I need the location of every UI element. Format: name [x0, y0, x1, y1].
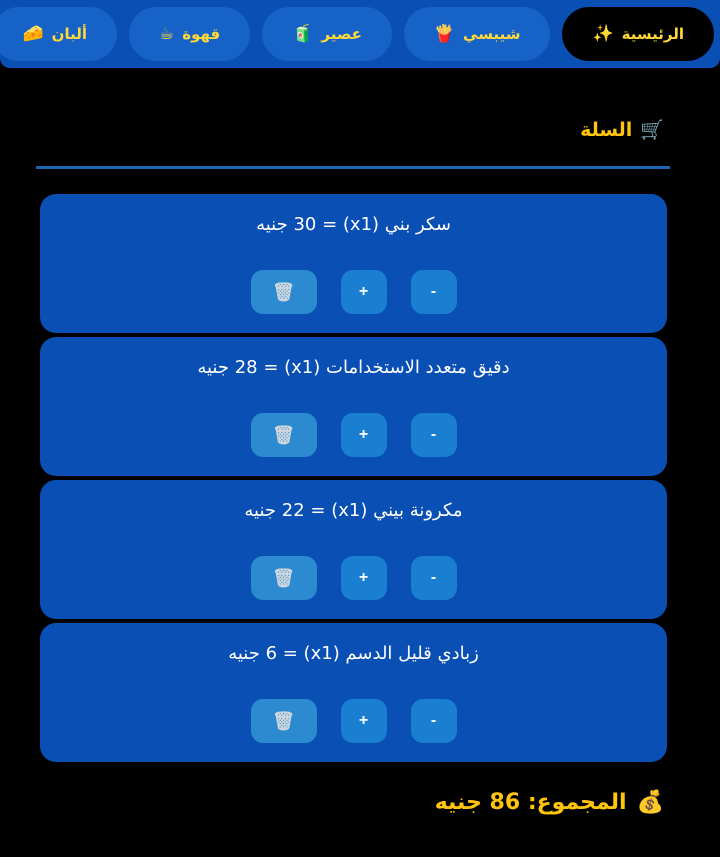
decrease-quantity-button[interactable]: - [410, 413, 457, 457]
cart-item-controls: 🗑 + - [40, 270, 667, 314]
increase-quantity-button[interactable]: + [340, 413, 387, 457]
cart-item-controls: 🗑 + - [40, 699, 667, 743]
cheese-icon: 🧀 [22, 24, 44, 44]
delete-button[interactable]: 🗑 [250, 270, 317, 314]
trash-icon: 🗑 [272, 424, 295, 445]
cart-item-controls: 🗑 + - [40, 413, 667, 457]
cart-title: السلة [580, 118, 633, 141]
decrease-quantity-button[interactable]: - [410, 270, 457, 314]
tab-label: شيبسي [463, 25, 521, 43]
delete-button[interactable]: 🗑 [250, 556, 317, 600]
increase-quantity-button[interactable]: + [340, 699, 387, 743]
increase-quantity-button[interactable]: + [340, 270, 387, 314]
decrease-quantity-button[interactable]: - [410, 699, 457, 743]
tab-label: الرئيسية [621, 25, 684, 43]
tab-juice[interactable]: عصير 🧃 [262, 7, 392, 61]
juice-box-icon: 🧃 [292, 24, 314, 44]
tab-label: ألبان [51, 25, 87, 43]
tab-label: عصير [321, 25, 362, 43]
cart-item-text: مكرونة بيني (x1) = 22 جنيه [244, 500, 463, 521]
cart-item-text: دقيق متعدد الاستخدامات (x1) = 28 جنيه [197, 357, 510, 378]
tab-home[interactable]: الرئيسية ✨ [562, 7, 714, 61]
trash-icon: 🗑 [272, 567, 295, 588]
category-nav: الرئيسية ✨ شيبسي 🍟 عصير 🧃 قهوة ☕ ألبان 🧀 [0, 0, 720, 68]
tab-coffee[interactable]: قهوة ☕ [128, 7, 251, 61]
money-bag-icon: 💰 [636, 790, 664, 815]
sparkles-icon: ✨ [592, 24, 614, 44]
cart-heading: 🛒 السلة [580, 118, 664, 142]
delete-button[interactable]: 🗑 [250, 413, 317, 457]
trash-icon: 🗑 [272, 710, 295, 731]
cart-item: دقيق متعدد الاستخدامات (x1) = 28 جنيه 🗑 … [40, 337, 667, 476]
cart-icon: 🛒 [640, 119, 664, 141]
tab-chips[interactable]: شيبسي 🍟 [403, 7, 551, 61]
cart-item: مكرونة بيني (x1) = 22 جنيه 🗑 + - [40, 480, 667, 619]
coffee-icon: ☕ [158, 24, 175, 44]
fries-icon: 🍟 [433, 24, 456, 44]
total-text: المجموع: 86 جنيه [434, 790, 627, 815]
cart-item-text: زبادي قليل الدسم (x1) = 6 جنيه [228, 643, 479, 664]
cart-item-text: سكر بني (x1) = 30 جنيه [256, 214, 451, 235]
increase-quantity-button[interactable]: + [340, 556, 387, 600]
cart-total: 💰 المجموع: 86 جنيه [435, 790, 664, 815]
decrease-quantity-button[interactable]: - [410, 556, 457, 600]
cart-items-list: سكر بني (x1) = 30 جنيه 🗑 + - دقيق متعدد … [40, 194, 667, 766]
trash-icon: 🗑 [272, 281, 295, 302]
cart-item-controls: 🗑 + - [40, 556, 667, 600]
tab-dairy[interactable]: ألبان 🧀 [0, 7, 117, 61]
delete-button[interactable]: 🗑 [250, 699, 317, 743]
tab-label: قهوة [182, 25, 221, 43]
divider [36, 166, 670, 169]
cart-item: زبادي قليل الدسم (x1) = 6 جنيه 🗑 + - [40, 623, 667, 762]
cart-item: سكر بني (x1) = 30 جنيه 🗑 + - [40, 194, 667, 333]
